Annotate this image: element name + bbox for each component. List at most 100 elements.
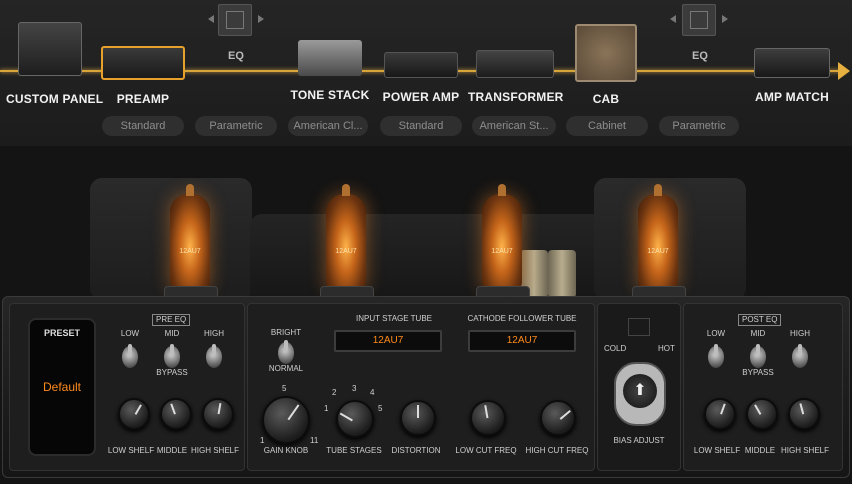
amp-match-thumbnail (754, 48, 830, 78)
toggle-label: HIGH (790, 329, 810, 338)
tube-stages-label: TUBE STAGES (326, 446, 382, 455)
module-label: EQ (228, 50, 244, 62)
module-label: AMP MATCH (754, 90, 830, 104)
module-label: TONE STACK (290, 88, 370, 102)
module-custom-panel[interactable]: CUSTOM PANEL (6, 22, 104, 106)
knob-label: LOW SHELF (107, 446, 155, 455)
post-eq-high-shelf-knob[interactable] (788, 398, 820, 430)
gain-scale-label: 1 (260, 436, 265, 445)
arrow-up-icon: ⬆ (623, 374, 657, 408)
module-label: PREAMP (116, 92, 170, 106)
bright-toggle[interactable] (278, 340, 294, 364)
post-eq-mid-toggle[interactable] (750, 344, 766, 368)
control-panel: PRESET Default PRE EQ LOW MID HIGH BYPAS… (2, 296, 850, 478)
high-cut-freq-knob[interactable] (540, 400, 576, 436)
module-label: POWER AMP (382, 90, 460, 104)
knob-label: HIGH SHELF (190, 446, 239, 455)
toggle-label: MID (750, 329, 766, 338)
tone-stack-type-pill[interactable]: American Cl... (288, 116, 368, 136)
module-label: TRANSFORMER (468, 90, 564, 104)
module-transformer[interactable]: TRANSFORMER (468, 50, 564, 104)
bias-adjust-label: BIAS ADJUST (613, 436, 665, 445)
normal-label: NORMAL (268, 364, 304, 373)
preamp-main-section: BRIGHT NORMAL 5 1 11 GAIN KNOB 1 2 3 4 5… (247, 303, 595, 471)
tube-2: 12AU7 (320, 184, 374, 304)
preamp-type-pill[interactable]: Standard (102, 116, 184, 136)
module-label: EQ (692, 50, 708, 62)
toggle-label: HIGH (204, 329, 224, 338)
custom-panel-thumbnail (18, 22, 82, 76)
module-cab[interactable]: CAB (570, 24, 642, 106)
tone-stack-thumbnail (298, 40, 362, 76)
distortion-label: DISTORTION (391, 446, 441, 455)
pre-eq-mid-toggle[interactable] (164, 344, 180, 368)
bias-cold-label: COLD (604, 344, 627, 353)
knob-label: LOW SHELF (693, 446, 741, 455)
eq-type-pill[interactable]: Parametric (195, 116, 277, 136)
module-tone-stack[interactable]: TONE STACK (284, 40, 376, 102)
tube-1: 12AU7 (164, 184, 218, 304)
preamp-view: 12AU7 12AU7 12AU7 12AU7 PRESET Default P… (0, 146, 852, 484)
gain-knob[interactable] (262, 396, 310, 444)
eq-next-arrow-icon[interactable] (722, 15, 728, 23)
eq-prev-arrow-icon[interactable] (670, 15, 676, 23)
stages-scale-label: 4 (370, 388, 375, 397)
input-stage-tube-select[interactable]: 12AU7 (334, 330, 442, 352)
cathode-follower-tube-select[interactable]: 12AU7 (468, 330, 576, 352)
low-cut-freq-label: LOW CUT FREQ (455, 446, 517, 455)
pre-eq-high-shelf-knob[interactable] (202, 398, 234, 430)
eq-prev-arrow-icon[interactable] (208, 15, 214, 23)
transformer-thumbnail (476, 50, 554, 78)
pre-eq-low-toggle[interactable] (122, 344, 138, 368)
bypass-label: BYPASS (742, 368, 774, 377)
transformer-type-pill[interactable]: American St... (472, 116, 556, 136)
post-eq-high-toggle[interactable] (792, 344, 808, 368)
capacitor (548, 250, 576, 298)
bias-slot-icon (628, 318, 650, 336)
pre-eq-middle-knob[interactable] (160, 398, 192, 430)
toggle-label: LOW (706, 329, 726, 338)
knob-label: MIDDLE (744, 446, 776, 455)
toggle-label: LOW (120, 329, 140, 338)
bias-section: COLD HOT ⬆ BIAS ADJUST (597, 303, 681, 471)
high-cut-freq-label: HIGH CUT FREQ (525, 446, 589, 455)
preset-value: Default (42, 380, 82, 394)
module-label: CUSTOM PANEL (6, 92, 104, 106)
eq-thumbnail (218, 4, 252, 36)
pre-eq-high-toggle[interactable] (206, 344, 222, 368)
bypass-label: BYPASS (156, 368, 188, 377)
pre-eq-low-shelf-knob[interactable] (118, 398, 150, 430)
cab-type-pill[interactable]: Cabinet (566, 116, 648, 136)
post-eq-low-toggle[interactable] (708, 344, 724, 368)
pre-eq-section: PRESET Default PRE EQ LOW MID HIGH BYPAS… (9, 303, 245, 471)
stages-scale-label: 5 (378, 404, 383, 413)
knob-label: MIDDLE (156, 446, 188, 455)
module-label: CAB (592, 92, 620, 106)
power-amp-type-pill[interactable]: Standard (380, 116, 462, 136)
module-amp-match[interactable]: AMP MATCH (746, 48, 838, 104)
pre-eq-title: PRE EQ (152, 314, 191, 326)
post-eq-low-shelf-knob[interactable] (704, 398, 736, 430)
stages-scale-label: 1 (324, 404, 329, 413)
post-eq-title: POST EQ (738, 314, 782, 326)
eq-type-pill[interactable]: Parametric (659, 116, 739, 136)
bias-adjust-knob[interactable]: ⬆ (614, 362, 666, 426)
preset-display[interactable]: PRESET Default (28, 318, 96, 456)
distortion-knob[interactable] (400, 400, 436, 436)
gain-scale-label: 11 (310, 436, 319, 445)
module-power-amp[interactable]: POWER AMP (378, 52, 464, 104)
gain-knob-label: GAIN KNOB (263, 446, 309, 455)
power-amp-thumbnail (384, 52, 458, 78)
bias-hot-label: HOT (658, 344, 675, 353)
tube-stages-knob[interactable] (336, 400, 374, 438)
cab-thumbnail (575, 24, 637, 82)
low-cut-freq-knob[interactable] (470, 400, 506, 436)
input-stage-title: INPUT STAGE TUBE (355, 314, 432, 323)
cathode-follower-title: CATHODE FOLLOWER TUBE (467, 314, 577, 323)
gain-scale-label: 5 (282, 384, 287, 393)
tube-3: 12AU7 (476, 184, 530, 304)
post-eq-middle-knob[interactable] (746, 398, 778, 430)
module-preamp[interactable]: PREAMP (96, 46, 190, 106)
signal-chain: CUSTOM PANEL PREAMP EQ TONE STACK POWER … (0, 0, 852, 146)
eq-next-arrow-icon[interactable] (258, 15, 264, 23)
